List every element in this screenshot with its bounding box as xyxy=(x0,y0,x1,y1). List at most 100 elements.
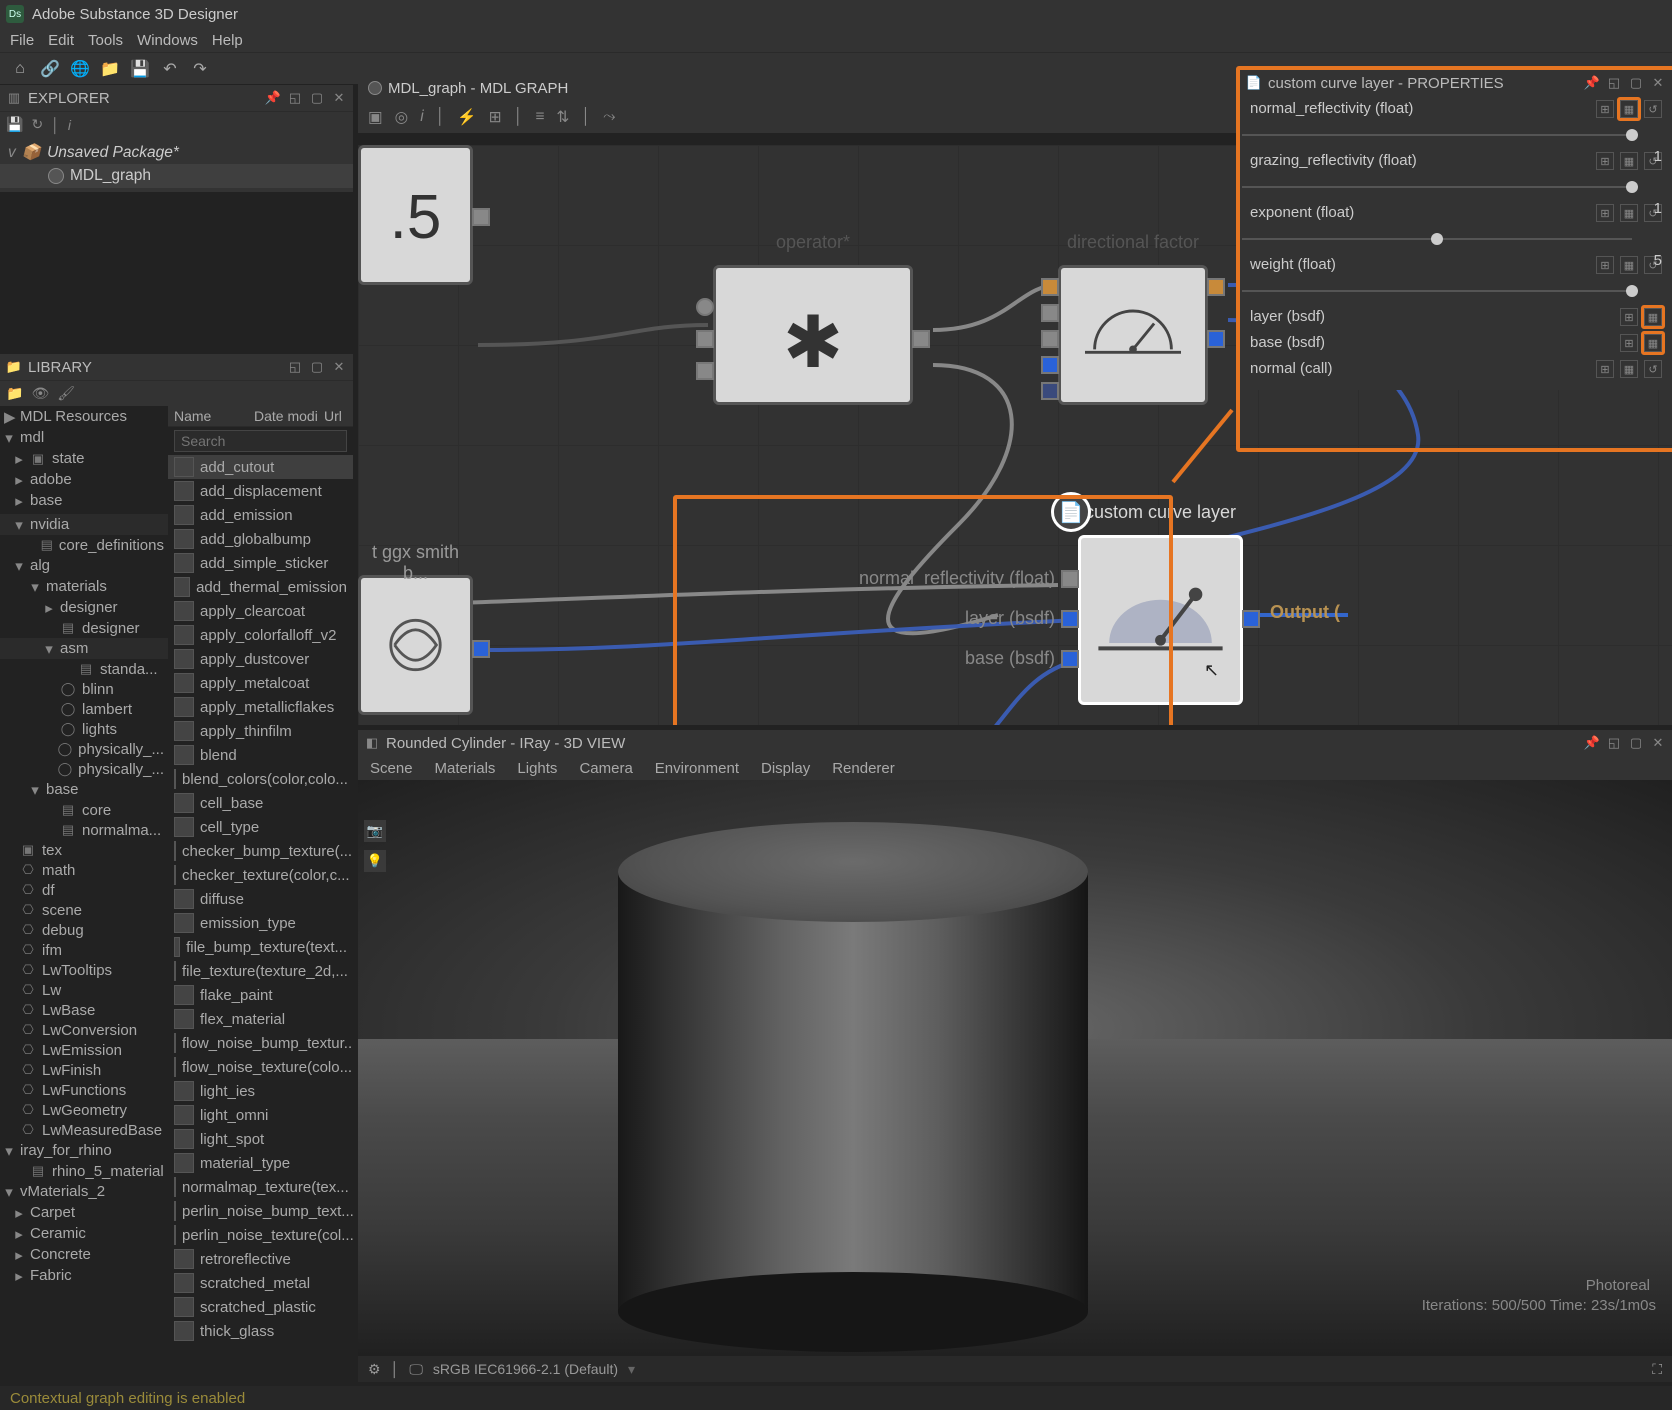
close-icon[interactable]: ✕ xyxy=(1650,75,1666,91)
list-item[interactable]: perlin_noise_bump_text... xyxy=(168,1199,353,1223)
fullscreen-icon[interactable]: ⛶ xyxy=(1652,1361,1662,1378)
list-item[interactable]: file_texture(texture_2d,... xyxy=(168,959,353,983)
property-slider[interactable] xyxy=(1242,178,1632,196)
frame-icon[interactable]: ▣ xyxy=(368,108,383,127)
close-icon[interactable]: ✕ xyxy=(331,90,347,106)
refresh-icon[interactable]: ↻ xyxy=(31,116,43,133)
reset-icon[interactable]: ↺ xyxy=(1644,100,1662,118)
input-port[interactable] xyxy=(696,298,714,316)
list-item[interactable]: material_type xyxy=(168,1151,353,1175)
maximize-icon[interactable]: ▢ xyxy=(1628,75,1644,91)
pin-icon[interactable]: 📌 xyxy=(1584,75,1600,91)
list-item[interactable]: apply_thinfilm xyxy=(168,719,353,743)
save-icon[interactable]: 💾 xyxy=(6,116,23,133)
tree-item[interactable]: ▾mdl xyxy=(0,427,168,448)
undo-icon[interactable]: ↶ xyxy=(160,59,180,79)
output-port[interactable] xyxy=(1207,330,1225,348)
output-port[interactable] xyxy=(912,330,930,348)
tree-item[interactable]: ⎔LwMeasuredBase xyxy=(0,1120,168,1140)
tree-item[interactable]: ⎔LwGeometry xyxy=(0,1100,168,1120)
menu-file[interactable]: File xyxy=(10,32,34,49)
link-icon[interactable]: ▦ xyxy=(1620,152,1638,170)
list-item[interactable]: flex_material xyxy=(168,1007,353,1031)
list-item[interactable]: scratched_metal xyxy=(168,1271,353,1295)
tree-item[interactable]: ▸Concrete xyxy=(0,1244,168,1265)
render-canvas[interactable]: 📷 💡 Photoreal Iterations: 500/500 Time: … xyxy=(358,780,1672,1356)
save-icon[interactable]: 💾 xyxy=(130,59,150,79)
tree-item[interactable]: ⎔debug xyxy=(0,920,168,940)
tree-item[interactable]: ▣tex xyxy=(0,840,168,860)
expose-icon[interactable]: ⊞ xyxy=(1596,360,1614,378)
eye-icon[interactable]: 👁 xyxy=(31,385,49,402)
tree-item[interactable]: ▾vMaterials_2 xyxy=(0,1181,168,1202)
list-item[interactable]: add_globalbump xyxy=(168,527,353,551)
maximize-icon[interactable]: ▢ xyxy=(309,90,325,106)
list-item[interactable]: blend xyxy=(168,743,353,767)
arrows-icon[interactable]: ⇅ xyxy=(556,108,569,127)
property-slider[interactable] xyxy=(1242,230,1632,248)
colorspace-label[interactable]: sRGB IEC61966-2.1 (Default) xyxy=(433,1361,618,1377)
list-item[interactable]: checker_texture(color,c... xyxy=(168,863,353,887)
node-operator[interactable]: operator* ✱ xyxy=(713,265,913,405)
tree-item[interactable]: ▤core xyxy=(0,800,168,820)
list-item[interactable]: light_omni xyxy=(168,1103,353,1127)
view-menu-environment[interactable]: Environment xyxy=(655,760,739,777)
popout-icon[interactable]: ◱ xyxy=(1606,75,1622,91)
light-icon[interactable]: 💡 xyxy=(364,850,386,872)
link-icon[interactable]: ▦ xyxy=(1620,100,1638,118)
input-port-reflectivity[interactable] xyxy=(1061,570,1079,588)
tree-item[interactable]: ◯lights xyxy=(0,719,168,739)
maximize-icon[interactable]: ▢ xyxy=(309,359,325,375)
list-item[interactable]: add_thermal_emission xyxy=(168,575,353,599)
list-item[interactable]: apply_metallicflakes xyxy=(168,695,353,719)
expose-icon[interactable]: ⊞ xyxy=(1596,100,1614,118)
brush-icon[interactable]: 🖌 xyxy=(57,385,75,402)
library-tree[interactable]: ▶MDL Resources ▾mdl▸▣state▸adobe▸base▾nv… xyxy=(0,406,168,1382)
tree-item[interactable]: ▸▣state xyxy=(0,448,168,469)
list-item[interactable]: file_bump_texture(text... xyxy=(168,935,353,959)
list-item[interactable]: add_displacement xyxy=(168,479,353,503)
list-item[interactable]: add_emission xyxy=(168,503,353,527)
list-item[interactable]: apply_metalcoat xyxy=(168,671,353,695)
tree-item[interactable]: ⎔math xyxy=(0,860,168,880)
folder-icon[interactable]: 📁 xyxy=(6,385,23,402)
link-icon[interactable]: ▦ xyxy=(1620,256,1638,274)
target-icon[interactable]: ◎ xyxy=(395,108,409,127)
hierarchy-icon[interactable]: ⊞ xyxy=(489,108,502,127)
list-item[interactable]: scratched_plastic xyxy=(168,1295,353,1319)
link-icon[interactable]: ▦ xyxy=(1620,360,1638,378)
expose-icon[interactable]: ⊞ xyxy=(1620,334,1638,352)
tree-item[interactable]: ▾alg xyxy=(0,555,168,576)
list-item[interactable]: cell_base xyxy=(168,791,353,815)
list-item[interactable]: blend_colors(color,colo... xyxy=(168,767,353,791)
tree-item[interactable]: ▤normalma... xyxy=(0,820,168,840)
tree-item[interactable]: ◯lambert xyxy=(0,699,168,719)
output-port[interactable] xyxy=(472,640,490,658)
list-item[interactable]: cell_type xyxy=(168,815,353,839)
tree-item[interactable]: ⎔LwEmission xyxy=(0,1040,168,1060)
tree-item[interactable]: ▾base xyxy=(0,779,168,800)
reset-icon[interactable]: ↺ xyxy=(1644,360,1662,378)
link-icon[interactable]: ▦ xyxy=(1620,204,1638,222)
list-item[interactable]: apply_colorfalloff_v2 xyxy=(168,623,353,647)
flow-icon[interactable]: ⤳ xyxy=(603,108,615,126)
tree-item[interactable]: ▤designer xyxy=(0,618,168,638)
input-port[interactable] xyxy=(1041,304,1059,322)
list-item[interactable]: light_ies xyxy=(168,1079,353,1103)
library-search-input[interactable] xyxy=(174,430,347,452)
col-date[interactable]: Date modi xyxy=(254,408,324,424)
tree-item[interactable]: ⎔LwBase xyxy=(0,1000,168,1020)
tree-item[interactable]: ▸Fabric xyxy=(0,1265,168,1286)
list-item[interactable]: checker_bump_texture(... xyxy=(168,839,353,863)
tree-item[interactable]: ⎔LwFunctions xyxy=(0,1080,168,1100)
tree-item[interactable]: ⎔df xyxy=(0,880,168,900)
menu-edit[interactable]: Edit xyxy=(48,32,74,49)
menu-help[interactable]: Help xyxy=(212,32,243,49)
graph-item[interactable]: MDL_graph xyxy=(0,164,353,188)
tree-item[interactable]: ⎔ifm xyxy=(0,940,168,960)
link-icon[interactable]: 🔗 xyxy=(40,59,60,79)
input-port[interactable] xyxy=(696,362,714,380)
tree-item[interactable]: ▤core_definitions xyxy=(0,535,168,555)
home-icon[interactable]: ⌂ xyxy=(10,59,30,79)
graph-tab[interactable]: MDL_graph - MDL GRAPH xyxy=(358,75,578,101)
